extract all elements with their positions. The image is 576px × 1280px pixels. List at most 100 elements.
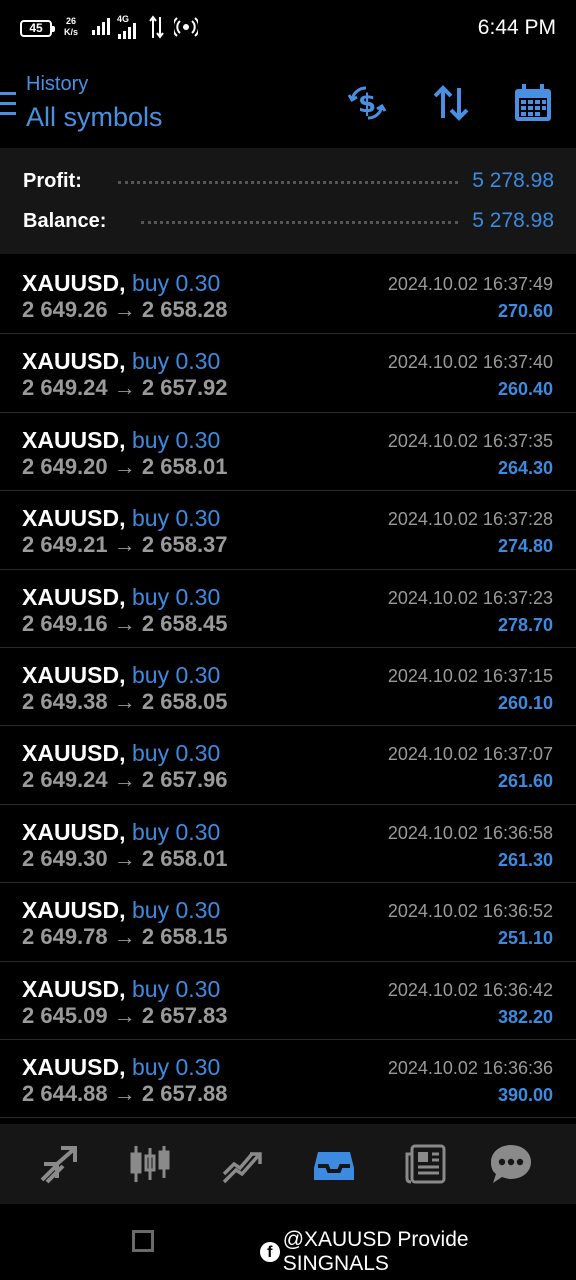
header-subtitle[interactable]: History bbox=[26, 73, 88, 96]
deal-profit: 270.60 bbox=[497, 301, 553, 321]
deal-close-price: 2 657.92 bbox=[141, 375, 228, 401]
deal-prices: 2 649.78 → 2 658.15 bbox=[22, 923, 228, 951]
deal-side: buy 0.30 bbox=[132, 348, 221, 375]
recent-apps-button[interactable] bbox=[132, 1230, 154, 1252]
deal-row[interactable]: XAUUSD, buy 0.30 2 644.88 → 2 657.88 2024.1… bbox=[0, 1040, 576, 1119]
hotspot-icon bbox=[174, 17, 198, 37]
account-summary: Profit: 5 278.98 Balance: 5 278.98 bbox=[0, 148, 576, 254]
deal-open-price: 2 649.30 bbox=[22, 845, 108, 871]
price-arrow-icon: → bbox=[113, 1002, 136, 1028]
deal-side: buy 0.30 bbox=[132, 426, 221, 453]
deal-profit: 274.80 bbox=[497, 536, 553, 557]
deal-row[interactable]: XAUUSD, buy 0.30 2 649.16 → 2 658.45 2024.1… bbox=[0, 570, 576, 648]
deal-open-price: 2 649.24 bbox=[22, 767, 108, 793]
deal-row[interactable]: XAUUSD, buy 0.30 2 645.09 → 2 657.83 2024.1… bbox=[0, 962, 576, 1040]
deal-open-price: 2 649.21 bbox=[22, 532, 108, 558]
deal-close-price: 2 658.37 bbox=[141, 532, 228, 558]
deal-symbol: XAUUSD, bbox=[22, 661, 126, 688]
profit-label: Profit: bbox=[23, 170, 82, 192]
deal-side: buy 0.30 bbox=[132, 661, 221, 688]
deal-close-price: 2 658.05 bbox=[141, 688, 228, 714]
trade-icon[interactable] bbox=[220, 1142, 264, 1186]
deal-profit: 251.10 bbox=[497, 928, 553, 949]
signal-icon bbox=[92, 18, 110, 35]
deal-prices: 2 649.24 → 2 657.96 bbox=[22, 766, 228, 794]
deal-symbol: XAUUSD, bbox=[22, 348, 126, 375]
deal-side: buy 0.30 bbox=[132, 583, 221, 610]
deal-side: buy 0.30 bbox=[132, 505, 221, 532]
deal-prices: 2 644.88 → 2 657.88 bbox=[22, 1080, 228, 1108]
deal-time: 2024.10.02 16:37:35 bbox=[387, 430, 553, 451]
deal-profit: 260.40 bbox=[497, 379, 553, 400]
deal-prices: 2 645.09 → 2 657.83 bbox=[22, 1002, 228, 1030]
price-arrow-icon: → bbox=[113, 297, 136, 322]
deal-profit: 382.20 bbox=[497, 1006, 553, 1027]
balance-row: Balance: 5 278.98 bbox=[23, 204, 554, 238]
deal-open-price: 2 645.09 bbox=[22, 1002, 108, 1028]
deal-open-price: 2 644.88 bbox=[22, 1080, 108, 1106]
deals-list: XAUUSD, buy 0.30 2 649.26 → 2 658.28 2024.1… bbox=[0, 256, 576, 1119]
deal-symbol: XAUUSD, bbox=[22, 818, 126, 845]
price-arrow-icon: → bbox=[113, 845, 136, 871]
chart-icon[interactable] bbox=[128, 1142, 172, 1186]
deal-prices: 2 649.38 → 2 658.05 bbox=[22, 688, 228, 716]
deal-side: buy 0.30 bbox=[132, 740, 221, 767]
header-title[interactable]: All symbols bbox=[26, 102, 163, 133]
deal-symbol: XAUUSD, bbox=[22, 740, 126, 767]
deal-close-price: 2 658.45 bbox=[141, 610, 228, 636]
svg-text:$: $ bbox=[358, 89, 376, 119]
deal-time: 2024.10.02 16:36:58 bbox=[387, 822, 553, 843]
deal-symbol: XAUUSD, bbox=[22, 426, 126, 453]
deal-row[interactable]: XAUUSD, buy 0.30 2 649.20 → 2 658.01 2024.1… bbox=[0, 413, 576, 492]
deal-side: buy 0.30 bbox=[132, 270, 221, 296]
deal-time: 2024.10.02 16:37:40 bbox=[387, 352, 553, 373]
watermark: f @XAUUSD Provide SINGNALS bbox=[260, 1228, 576, 1276]
deal-open-price: 2 649.20 bbox=[22, 453, 108, 479]
deal-time: 2024.10.02 16:37:07 bbox=[387, 744, 553, 765]
deal-prices: 2 649.20 → 2 658.01 bbox=[22, 453, 228, 481]
deal-symbol: XAUUSD, bbox=[22, 270, 126, 296]
sort-icon[interactable] bbox=[430, 82, 472, 124]
price-arrow-icon: → bbox=[113, 532, 136, 558]
calendar-icon[interactable] bbox=[512, 82, 554, 124]
deal-open-price: 2 649.16 bbox=[22, 610, 108, 636]
currency-exchange-icon[interactable]: $ bbox=[346, 82, 388, 124]
profit-row: Profit: 5 278.98 bbox=[23, 164, 554, 198]
quotes-icon[interactable] bbox=[37, 1142, 81, 1186]
deal-symbol: XAUUSD, bbox=[22, 505, 126, 532]
deal-row[interactable]: XAUUSD, buy 0.30 2 649.24 → 2 657.96 2024.1… bbox=[0, 726, 576, 805]
deal-row[interactable]: XAUUSD, buy 0.30 2 649.26 → 2 658.28 2024.1… bbox=[0, 256, 576, 335]
status-bar: 45 26 K/s 4G 6:44 PM bbox=[0, 0, 576, 60]
deal-close-price: 2 657.88 bbox=[141, 1080, 228, 1106]
deal-row[interactable]: XAUUSD, buy 0.30 2 649.24 → 2 657.92 2024.1… bbox=[0, 334, 576, 413]
history-icon[interactable] bbox=[312, 1142, 356, 1186]
system-navigation-bar: f @XAUUSD Provide SINGNALS bbox=[0, 1204, 576, 1280]
deal-profit: 260.10 bbox=[497, 692, 553, 713]
chat-icon[interactable] bbox=[489, 1142, 533, 1186]
deal-time: 2024.10.02 16:37:28 bbox=[387, 509, 553, 530]
deal-close-price: 2 658.01 bbox=[141, 453, 228, 479]
profit-value: 5 278.98 bbox=[472, 169, 554, 192]
deal-prices: 2 649.21 → 2 658.37 bbox=[22, 531, 228, 559]
deal-profit: 261.30 bbox=[497, 849, 553, 870]
deal-profit: 264.30 bbox=[497, 457, 553, 478]
facebook-icon: f bbox=[260, 1242, 280, 1262]
deal-row[interactable]: XAUUSD, buy 0.30 2 649.21 → 2 658.37 2024.1… bbox=[0, 491, 576, 570]
deal-close-price: 2 657.83 bbox=[141, 1002, 228, 1028]
deal-row[interactable]: XAUUSD, buy 0.30 2 649.30 → 2 658.01 2024.1… bbox=[0, 805, 576, 884]
bottom-navigation bbox=[0, 1124, 576, 1204]
deal-prices: 2 649.16 → 2 658.45 bbox=[22, 610, 228, 638]
price-arrow-icon: → bbox=[113, 375, 136, 401]
deal-close-price: 2 658.15 bbox=[141, 924, 228, 950]
deal-time: 2024.10.02 16:36:52 bbox=[387, 901, 553, 922]
deal-close-price: 2 658.28 bbox=[141, 297, 228, 322]
deal-open-price: 2 649.78 bbox=[22, 924, 108, 950]
news-icon[interactable] bbox=[404, 1142, 448, 1186]
deal-open-price: 2 649.38 bbox=[22, 688, 108, 714]
deal-row[interactable]: XAUUSD, buy 0.30 2 649.78 → 2 658.15 2024.1… bbox=[0, 883, 576, 962]
battery-icon: 45 bbox=[20, 20, 55, 37]
menu-icon[interactable] bbox=[0, 92, 16, 116]
deal-open-price: 2 649.26 bbox=[22, 297, 108, 322]
deal-row[interactable]: XAUUSD, buy 0.30 2 649.38 → 2 658.05 2024.1… bbox=[0, 648, 576, 727]
deal-side: buy 0.30 bbox=[132, 1053, 221, 1080]
